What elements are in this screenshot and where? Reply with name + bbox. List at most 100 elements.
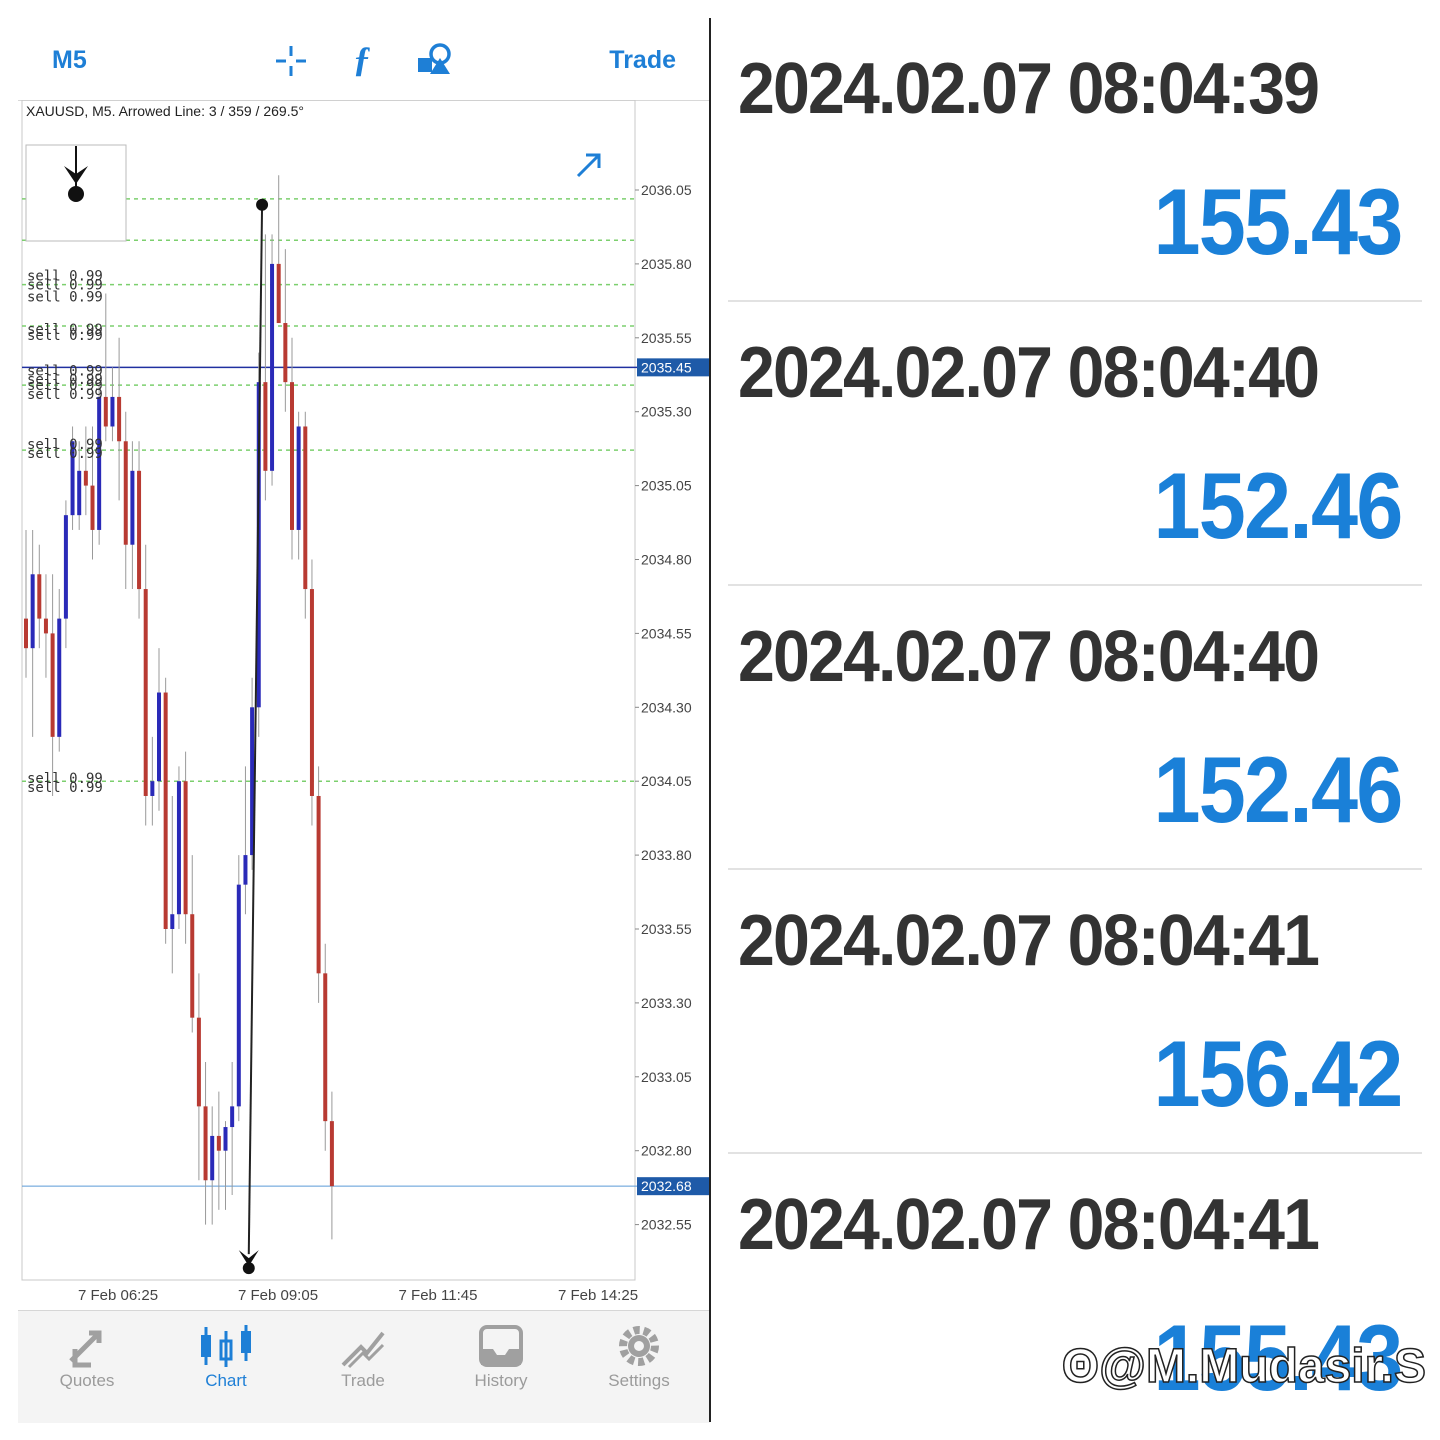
- bull-candle: [270, 263, 275, 471]
- expand-icon: [576, 153, 601, 178]
- bear-candle: [216, 1135, 221, 1151]
- tab-trade-label: Trade: [341, 1371, 385, 1390]
- bear-candle: [190, 914, 195, 1018]
- bull-candle: [236, 884, 241, 1107]
- bear-candle: [290, 382, 294, 530]
- plot-frame: [21, 100, 636, 1281]
- bear-candle: [43, 618, 48, 634]
- log-entry: 2024.02.07 08:04:41 156.42: [728, 870, 1422, 1154]
- bear-candle: [316, 795, 321, 974]
- objects-icon[interactable]: [416, 42, 454, 78]
- bear-candle: [276, 263, 281, 324]
- price-tick-label: 2032.55: [641, 1217, 692, 1233]
- bull-candle: [63, 515, 68, 619]
- bear-candle: [143, 589, 148, 796]
- bull-candle: [157, 692, 161, 782]
- threads-icon: ʘ: [1061, 1339, 1100, 1394]
- log-entry: 2024.02.07 08:04:39 155.43: [728, 18, 1422, 302]
- price-tick-label: 2035.30: [641, 404, 692, 420]
- chart-canvas[interactable]: XAUUSD, M5. Arrowed Line: 3 / 359 / 269.…: [18, 100, 710, 1310]
- log-timestamp: 2024.02.07 08:04:40: [738, 617, 1320, 697]
- price-tick-label: 2035.05: [641, 478, 692, 494]
- tab-quotes[interactable]: Quotes: [27, 1321, 147, 1391]
- bull-candle: [223, 1127, 228, 1151]
- tab-quotes-label: Quotes: [59, 1371, 115, 1390]
- watermark: ʘ@M.Mudasir.S: [1061, 1339, 1427, 1394]
- bull-candle: [243, 855, 248, 885]
- chart-icon: [201, 1325, 251, 1367]
- crosshair-icon[interactable]: [274, 44, 308, 78]
- bear-candle: [50, 633, 55, 737]
- log-timestamp: 2024.02.07 08:04:41: [738, 901, 1320, 981]
- order-label: sell 0.99: [27, 387, 103, 403]
- log-entry: 2024.02.07 08:04:40 152.46: [728, 586, 1422, 870]
- bear-candle: [117, 396, 122, 442]
- bear-candle: [303, 426, 308, 590]
- function-icon[interactable]: ƒ: [353, 38, 371, 80]
- bear-candle: [37, 574, 42, 619]
- bull-candle: [57, 618, 62, 737]
- price-tick-label: 2033.05: [641, 1069, 692, 1085]
- bull-candle: [150, 781, 155, 796]
- log-entry: 2024.02.07 08:04:41 155.43: [728, 1154, 1422, 1438]
- mt5-chart-screen: M5 ƒ Trade XAUUSD, M5. Arrowed Line: 3 /…: [18, 18, 710, 1423]
- panel-divider: [709, 18, 711, 1422]
- log-timestamp: 2024.02.07 08:04:41: [738, 1185, 1320, 1265]
- bear-candle: [163, 692, 168, 929]
- time-tick-label: 7 Feb 11:45: [399, 1287, 478, 1304]
- price-tick-label: 2035.55: [641, 330, 692, 346]
- arrow-start-dot: [256, 198, 269, 211]
- tab-chart[interactable]: Chart: [166, 1321, 286, 1391]
- bull-candle: [296, 426, 301, 530]
- low-price-tag: 2032.68: [641, 1178, 692, 1194]
- price-chart[interactable]: XAUUSD, M5. Arrowed Line: 3 / 359 / 269.…: [18, 100, 710, 1310]
- time-tick-label: 7 Feb 06:25: [78, 1287, 158, 1304]
- price-tick-label: 2036.05: [641, 182, 692, 198]
- tab-history[interactable]: History: [441, 1321, 561, 1391]
- bear-candle: [24, 618, 28, 649]
- price-tick-label: 2032.80: [641, 1143, 692, 1159]
- bull-candle: [130, 470, 135, 545]
- bear-candle: [90, 485, 95, 530]
- history-icon: [479, 1325, 523, 1367]
- tab-settings[interactable]: Settings: [579, 1321, 699, 1391]
- time-tick-label: 7 Feb 09:05: [238, 1287, 318, 1304]
- price-tick-label: 2033.30: [641, 995, 692, 1011]
- bear-candle: [309, 589, 314, 796]
- log-value: 155.43: [1154, 169, 1404, 274]
- tab-history-label: History: [474, 1371, 528, 1390]
- bull-candle: [97, 396, 102, 530]
- price-tick-label: 2034.05: [641, 773, 692, 789]
- tab-trade[interactable]: Trade: [303, 1321, 423, 1391]
- bear-candle: [137, 470, 142, 590]
- order-label: sell 0.99: [27, 289, 103, 305]
- bear-candle: [329, 1121, 334, 1187]
- bull-candle: [77, 470, 82, 516]
- bull-candle: [176, 781, 181, 915]
- price-tick-label: 2035.80: [641, 256, 692, 272]
- bear-candle: [196, 1017, 201, 1107]
- bull-candle: [110, 396, 115, 427]
- bear-candle: [183, 781, 188, 915]
- price-tick-label: 2034.80: [641, 552, 692, 568]
- quotes-icon: [69, 1330, 102, 1368]
- bull-candle: [170, 914, 175, 929]
- timeframe-button[interactable]: M5: [52, 46, 87, 75]
- bear-candle: [203, 1106, 208, 1181]
- current-price-tag: 2035.45: [641, 359, 692, 375]
- log-timestamp: 2024.02.07 08:04:40: [738, 333, 1320, 413]
- bull-candle: [30, 574, 35, 649]
- price-tick-label: 2033.55: [641, 921, 692, 937]
- trade-button[interactable]: Trade: [609, 46, 676, 75]
- bear-candle: [123, 441, 128, 545]
- log-value: 152.46: [1154, 737, 1404, 842]
- price-tick-label: 2033.80: [641, 847, 692, 863]
- bottom-tab-bar: Quotes Chart Trade History Settings: [18, 1310, 710, 1423]
- bull-candle: [230, 1106, 235, 1128]
- price-tick-label: 2034.55: [641, 625, 692, 641]
- chart-toolbar: M5 ƒ Trade: [18, 18, 710, 101]
- bear-candle: [83, 470, 88, 486]
- order-label: sell 0.99: [27, 446, 103, 462]
- order-label: sell 0.99: [27, 328, 103, 344]
- preview-dot: [68, 186, 84, 202]
